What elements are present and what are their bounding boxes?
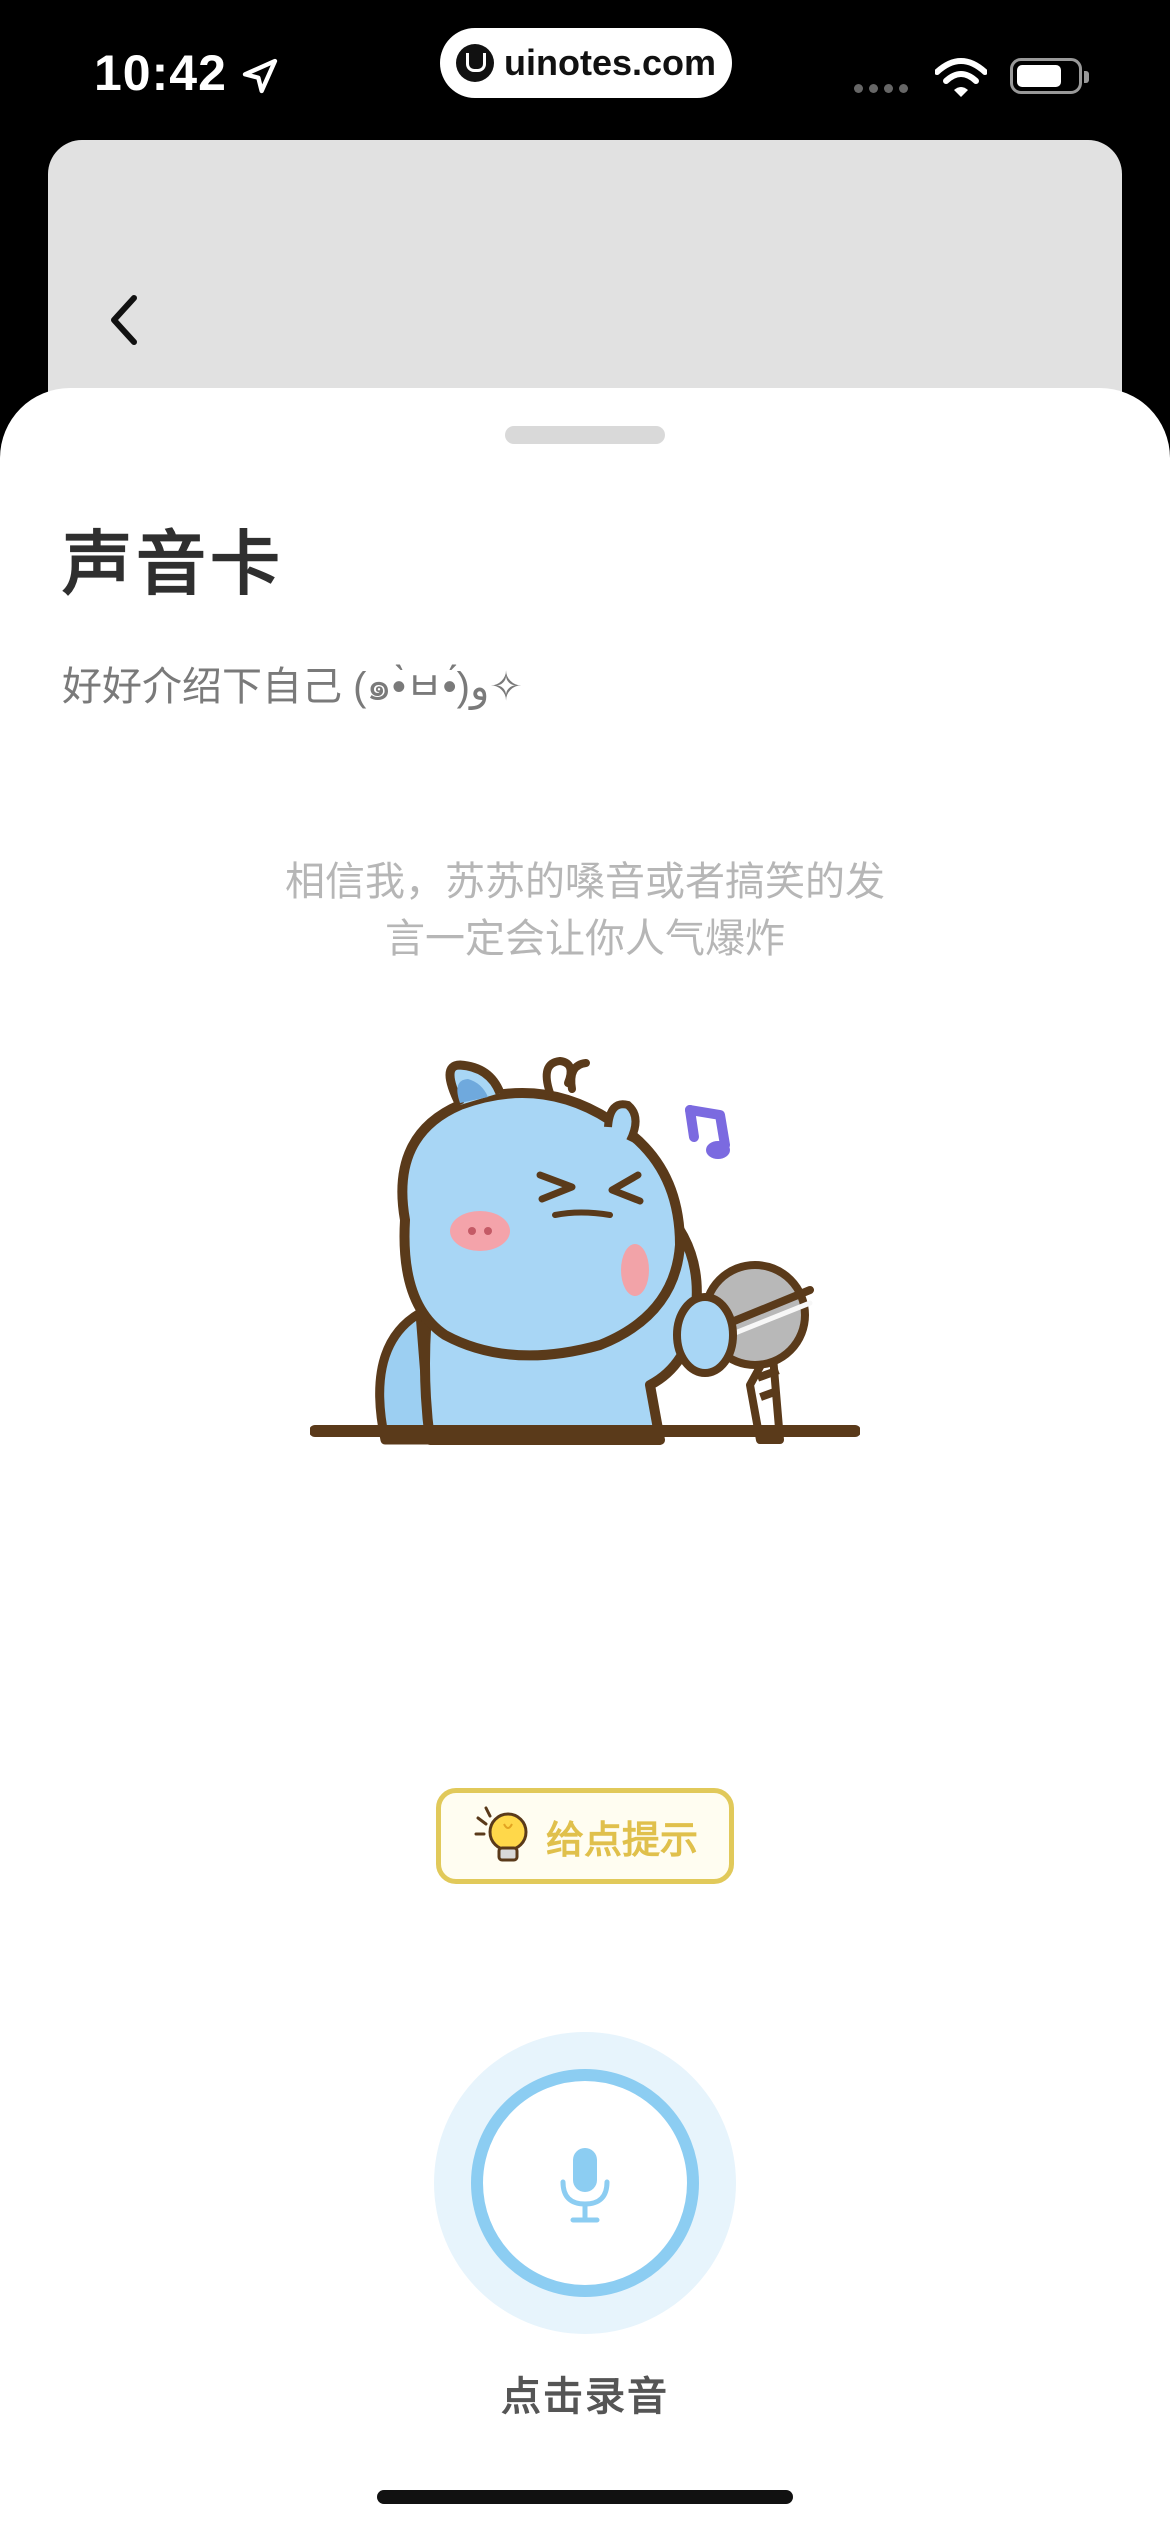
cellular-signal-icon — [854, 84, 908, 93]
back-chevron-icon[interactable] — [100, 290, 150, 350]
watermark-text: uinotes.com — [503, 42, 717, 83]
hint-line-2: 言一定会让你人气爆炸 — [385, 917, 785, 961]
status-time: 10:42 — [94, 45, 227, 101]
give-hint-button[interactable]: 给点提示 — [436, 1788, 734, 1884]
singing-hippo-illustration — [310, 1056, 860, 1445]
home-indicator[interactable] — [377, 2490, 793, 2504]
location-arrow-icon — [242, 58, 278, 94]
watermark-logo-icon — [455, 44, 494, 82]
wifi-icon — [935, 58, 987, 97]
give-hint-label: 给点提示 — [545, 1819, 698, 1862]
status-bar: 10:42 uinotes.com — [0, 0, 1170, 140]
battery-icon — [1010, 58, 1089, 94]
watermark-badge: uinotes.com — [440, 28, 732, 98]
hint-text: 相信我，苏苏的嗓音或者搞笑的发 言一定会让你人气爆炸 — [0, 854, 1170, 968]
page-subtitle: 好好介绍下自己 (๑•̀ㅂ•́)و✧ — [62, 665, 523, 709]
microphone-icon — [560, 2148, 610, 2223]
hint-line-1: 相信我，苏苏的嗓音或者搞笑的发 — [285, 860, 885, 904]
sheet-grabber[interactable] — [505, 426, 665, 444]
record-label: 点击录音 — [501, 2375, 669, 2419]
lightbulb-icon — [474, 1806, 528, 1862]
page-title: 声音卡 — [62, 525, 284, 603]
